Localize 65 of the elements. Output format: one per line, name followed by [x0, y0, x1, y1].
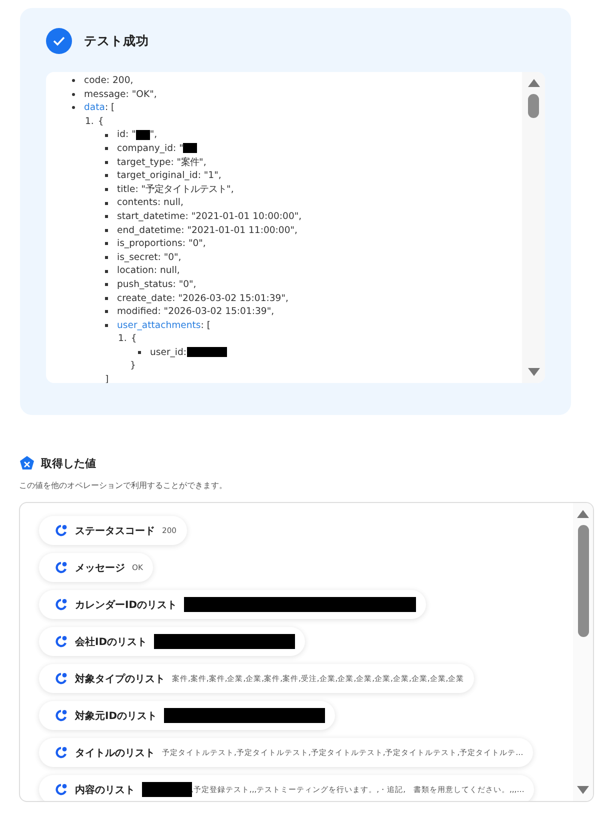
- json-field: push_status: "0",: [117, 278, 196, 292]
- section-title: 取得した値: [41, 456, 96, 470]
- json-field: code: 200,: [84, 74, 134, 88]
- bullet-icon: [105, 228, 108, 232]
- bullet-icon: [105, 242, 108, 246]
- circular-arrow-icon: [55, 524, 68, 537]
- circular-arrow-icon: [55, 635, 68, 648]
- json-field: create_date: "2026-03-02 15:01:39",: [117, 292, 288, 306]
- circular-arrow-icon: [55, 709, 68, 722]
- scrollbar-thumb[interactable]: [578, 525, 588, 637]
- json-field: target_type: "案件",: [117, 156, 206, 170]
- circular-arrow-icon: [55, 561, 68, 574]
- value-chip[interactable]: カレンダーIDのリスト: [39, 590, 426, 619]
- result-title: テスト成功: [84, 32, 149, 50]
- bullet-icon: [72, 79, 75, 82]
- bullet-icon: [138, 351, 141, 354]
- circular-arrow-icon: [55, 746, 68, 759]
- json-field: location: null,: [117, 264, 180, 278]
- json-field: user_id:: [150, 346, 227, 360]
- bullet-icon: [72, 106, 75, 110]
- json-field: company_id: ": [117, 142, 198, 156]
- bullet-icon: [105, 270, 108, 273]
- bullet-icon: [105, 134, 108, 137]
- bullet-icon: [105, 202, 108, 205]
- value-chip[interactable]: 対象元IDのリスト: [39, 701, 336, 730]
- scroll-up-icon[interactable]: [576, 509, 590, 519]
- json-field: start_datetime: "2021-01-01 10:00:00",: [117, 210, 302, 224]
- list-number: 1.: [118, 332, 127, 346]
- json-field: target_original_id: "1",: [117, 169, 222, 183]
- json-field[interactable]: data: [: [84, 101, 115, 115]
- json-field: message: "OK",: [84, 88, 157, 102]
- scroll-up-icon[interactable]: [526, 78, 540, 88]
- json-field: is_secret: "0",: [117, 250, 182, 264]
- json-bracket: ]: [105, 373, 109, 383]
- value-chip[interactable]: 会社IDのリスト: [39, 627, 306, 656]
- bullet-icon: [105, 296, 108, 300]
- scrollbar-thumb[interactable]: [528, 94, 539, 118]
- circular-arrow-icon: [55, 598, 68, 611]
- json-bracket: {: [98, 114, 104, 128]
- bullet-icon: [105, 160, 108, 164]
- circular-arrow-icon: [55, 783, 68, 796]
- json-field: end_datetime: "2021-01-01 11:00:00",: [117, 224, 298, 238]
- circular-arrow-icon: [55, 672, 68, 685]
- json-bracket: }: [130, 359, 136, 374]
- scroll-down-icon[interactable]: [576, 785, 590, 795]
- section-description: この値を他のオペレーションで利用することができます。: [19, 480, 228, 491]
- json-field: title: "予定タイトルテスト",: [117, 182, 234, 196]
- bullet-icon: [105, 215, 108, 218]
- bullet-icon: [105, 188, 108, 192]
- bullet-icon: [105, 174, 108, 178]
- json-field: id: " ",: [117, 128, 158, 142]
- bullet-icon: [105, 256, 108, 260]
- variable-icon: [19, 455, 35, 471]
- bullet-icon: [105, 283, 108, 286]
- scroll-down-icon[interactable]: [526, 367, 540, 377]
- bullet-icon: [105, 324, 108, 327]
- json-bracket: {: [130, 332, 137, 346]
- json-field[interactable]: user_attachments: [: [117, 318, 210, 332]
- json-field: contents: null,: [117, 196, 184, 210]
- json-field: modified: "2026-03-02 15:01:39",: [117, 305, 274, 319]
- bullet-icon: [105, 310, 108, 314]
- bullet-icon: [72, 92, 75, 96]
- list-number: 1.: [85, 114, 94, 128]
- bullet-icon: [105, 147, 108, 150]
- json-field: is_proportions: "0",: [117, 237, 206, 251]
